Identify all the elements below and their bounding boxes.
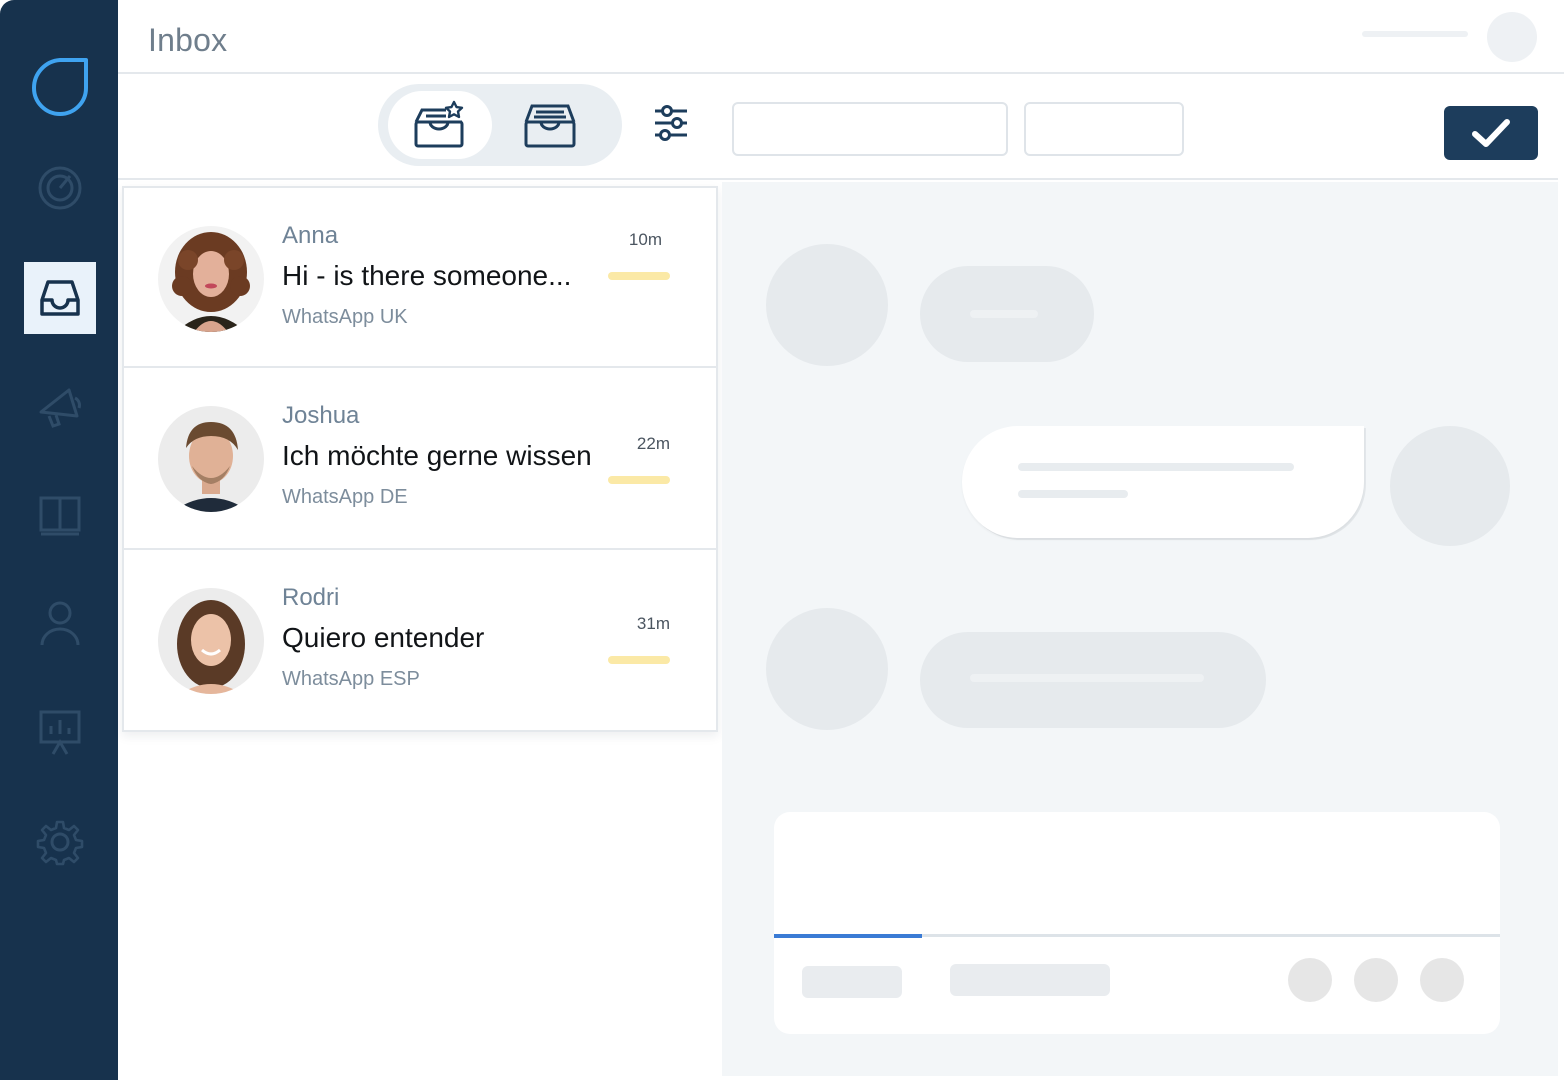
placeholder-avatar xyxy=(766,608,888,730)
list-item[interactable]: Joshua Ich möchte gerne wissen WhatsApp … xyxy=(122,368,718,550)
placeholder-line xyxy=(970,310,1038,318)
composer-action-button[interactable] xyxy=(1420,958,1464,1002)
contact-name: Joshua xyxy=(282,402,360,429)
page-title: Inbox xyxy=(148,22,228,58)
tab-inbox[interactable] xyxy=(498,91,602,159)
channel-label: WhatsApp ESP xyxy=(282,668,420,690)
conversation-list: Anna Hi - is there someone... WhatsApp U… xyxy=(122,186,718,732)
unread-indicator xyxy=(608,272,670,280)
channel-label: WhatsApp DE xyxy=(282,486,408,508)
inbox-tray-icon xyxy=(524,104,576,148)
inbox-view-toggle xyxy=(378,84,622,166)
message-preview: Ich möchte gerne wissen xyxy=(282,440,592,471)
message-preview: Quiero entender xyxy=(282,622,485,653)
avatar xyxy=(158,226,264,332)
placeholder-avatar xyxy=(1390,426,1510,546)
gear-icon[interactable] xyxy=(24,806,96,878)
toolbar xyxy=(118,76,1558,180)
placeholder-line xyxy=(970,674,1204,682)
sliders-icon[interactable] xyxy=(650,102,692,144)
contact-name: Rodri xyxy=(282,584,340,611)
confirm-button[interactable] xyxy=(1444,106,1538,160)
placeholder-outgoing-bubble xyxy=(962,426,1364,538)
composer-tab[interactable] xyxy=(802,966,902,998)
channel-label: WhatsApp UK xyxy=(282,306,408,328)
composer-tab[interactable] xyxy=(950,964,1110,996)
sidebar xyxy=(0,0,118,1080)
contact-name: Anna xyxy=(282,222,339,249)
avatar xyxy=(158,406,264,512)
starred-inbox-icon xyxy=(414,100,464,148)
timestamp: 22m xyxy=(636,434,670,453)
inbox-icon[interactable] xyxy=(24,262,96,334)
message-composer[interactable] xyxy=(774,812,1500,1034)
checkmark-icon xyxy=(1472,119,1510,147)
user-icon[interactable] xyxy=(24,588,96,660)
placeholder-line xyxy=(1018,463,1294,471)
chat-panel xyxy=(722,182,1558,1076)
composer-action-button[interactable] xyxy=(1288,958,1332,1002)
unread-indicator xyxy=(608,476,670,484)
timestamp: 10m xyxy=(628,230,662,249)
timestamp: 31m xyxy=(636,614,670,633)
list-item[interactable]: Rodri Quiero entender WhatsApp ESP 31m xyxy=(122,550,718,732)
message-preview: Hi - is there someone... xyxy=(282,260,572,291)
dashboard-gauge-icon[interactable] xyxy=(24,152,96,224)
presentation-chart-icon[interactable] xyxy=(24,696,96,768)
book-icon[interactable] xyxy=(24,478,96,550)
composer-action-button[interactable] xyxy=(1354,958,1398,1002)
header-placeholder-line xyxy=(1362,31,1468,37)
placeholder-line xyxy=(1018,490,1128,498)
tab-starred-inbox[interactable] xyxy=(388,91,492,159)
logo-icon[interactable] xyxy=(24,50,96,122)
list-item[interactable]: Anna Hi - is there someone... WhatsApp U… xyxy=(122,186,718,368)
megaphone-icon[interactable] xyxy=(24,370,96,442)
placeholder-avatar xyxy=(766,244,888,366)
avatar xyxy=(158,588,264,694)
avatar[interactable] xyxy=(1487,12,1537,62)
composer-active-tab-indicator xyxy=(774,934,922,938)
header: Inbox xyxy=(118,0,1564,74)
filter-select[interactable] xyxy=(1024,102,1184,156)
search-input[interactable] xyxy=(732,102,1008,156)
unread-indicator xyxy=(608,656,670,664)
